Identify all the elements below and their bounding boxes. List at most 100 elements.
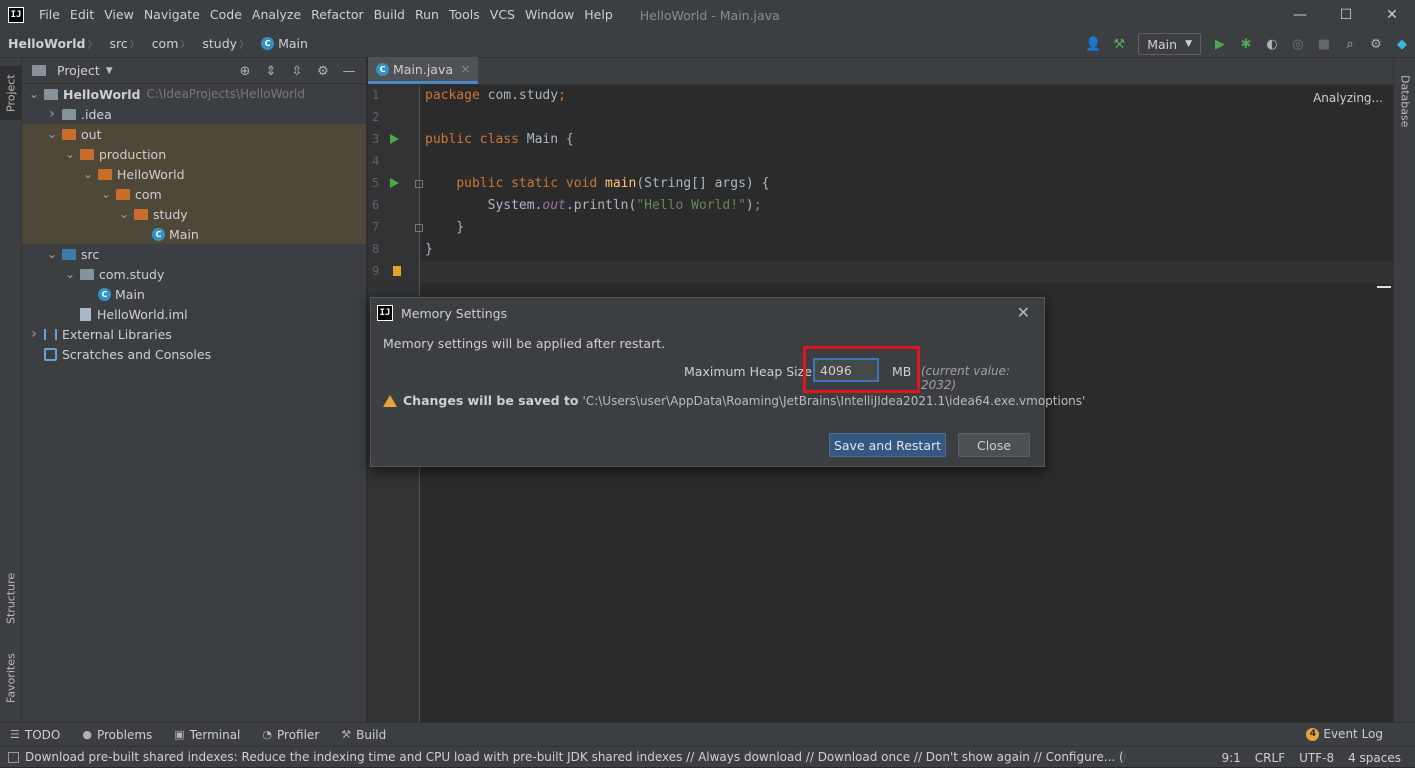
collapse-all-icon[interactable]: ⇳ bbox=[284, 59, 310, 83]
tree-node[interactable]: ⌄ study bbox=[22, 204, 366, 224]
breadcrumb-item[interactable]: C Main bbox=[253, 36, 312, 51]
run-class-icon[interactable] bbox=[390, 134, 399, 144]
menu-help[interactable]: Help bbox=[579, 0, 618, 30]
tab-structure[interactable]: Structure bbox=[0, 563, 22, 633]
breadcrumb-item[interactable]: src 〉 bbox=[101, 36, 143, 51]
file-encoding[interactable]: UTF-8 bbox=[1299, 751, 1334, 765]
menu-file[interactable]: File bbox=[34, 0, 65, 30]
menu-run[interactable]: Run bbox=[410, 0, 444, 30]
close-icon[interactable]: ✕ bbox=[1017, 303, 1030, 322]
coverage-icon[interactable]: ◐ bbox=[1259, 32, 1285, 56]
close-button[interactable]: Close bbox=[958, 433, 1030, 457]
menu-build[interactable]: Build bbox=[369, 0, 410, 30]
chevron-down-icon[interactable]: ⌄ bbox=[64, 148, 76, 160]
tool-problems[interactable]: ● Problems bbox=[82, 728, 152, 742]
close-icon[interactable]: ✕ bbox=[1369, 0, 1415, 30]
expand-all-icon[interactable]: ⇕ bbox=[258, 59, 284, 83]
caret-position[interactable]: 9:1 bbox=[1221, 751, 1240, 765]
menu-bar: File Edit View Navigate Code Analyze Refactor B… bbox=[34, 0, 618, 30]
tree-node[interactable]: C Main bbox=[22, 224, 366, 244]
chevron-right-icon[interactable]: › bbox=[46, 106, 58, 122]
code-line: package com.study; bbox=[425, 88, 566, 103]
menu-view[interactable]: View bbox=[99, 0, 139, 30]
tree-node[interactable]: ⌄ out bbox=[22, 124, 366, 144]
settings-gear-icon[interactable]: ⚙ bbox=[1363, 32, 1389, 56]
tree-node[interactable]: HelloWorld.iml bbox=[22, 304, 366, 324]
gear-icon[interactable]: ⚙ bbox=[310, 59, 336, 83]
tab-main-java[interactable]: C Main.java ✕ bbox=[368, 57, 479, 84]
stop-icon[interactable]: ■ bbox=[1311, 32, 1337, 56]
indent-setting[interactable]: 4 spaces bbox=[1348, 751, 1401, 765]
menu-edit[interactable]: Edit bbox=[65, 0, 99, 30]
minimize-icon[interactable]: — bbox=[1277, 0, 1323, 30]
menu-refactor[interactable]: Refactor bbox=[306, 0, 368, 30]
chevron-down-icon[interactable]: ⌄ bbox=[46, 248, 58, 260]
run-config-select[interactable]: Main ▼ bbox=[1138, 33, 1201, 55]
user-icon[interactable]: 👤 bbox=[1080, 32, 1106, 56]
tool-build[interactable]: ⚒ Build bbox=[341, 728, 386, 742]
menu-analyze[interactable]: Analyze bbox=[247, 0, 306, 30]
status-toggle-icon[interactable] bbox=[8, 751, 19, 763]
menu-tools[interactable]: Tools bbox=[444, 0, 485, 30]
toolbox-icon[interactable]: ◆ bbox=[1389, 32, 1415, 56]
tree-node[interactable]: › External Libraries bbox=[22, 324, 366, 344]
chevron-down-icon[interactable]: ⌄ bbox=[46, 128, 58, 140]
chevron-right-icon: 〉 bbox=[239, 40, 250, 51]
tree-node[interactable]: ⌄ HelloWorld bbox=[22, 164, 366, 184]
menu-code[interactable]: Code bbox=[205, 0, 247, 30]
build-hammer-icon[interactable]: ⚒ bbox=[1106, 32, 1132, 56]
folder-orange-icon bbox=[80, 148, 94, 160]
debug-icon[interactable]: ✱ bbox=[1233, 32, 1259, 56]
chevron-down-icon[interactable]: ⌄ bbox=[100, 188, 112, 200]
tool-todo[interactable]: ☰ TODO bbox=[10, 728, 60, 742]
bookmark-icon[interactable] bbox=[393, 266, 401, 276]
maximize-icon[interactable]: ☐ bbox=[1323, 0, 1369, 30]
breadcrumb-item[interactable]: com 〉 bbox=[144, 36, 195, 51]
chevron-down-icon[interactable]: ⌄ bbox=[118, 208, 130, 220]
line-separator[interactable]: CRLF bbox=[1255, 751, 1285, 765]
search-icon[interactable]: ⌕ bbox=[1337, 32, 1363, 56]
code-line: } bbox=[425, 242, 433, 257]
menu-vcs[interactable]: VCS bbox=[485, 0, 520, 30]
locate-icon[interactable]: ⊕ bbox=[232, 59, 258, 83]
tree-node[interactable]: › .idea bbox=[22, 104, 366, 124]
tree-node[interactable]: ⌄ com.study bbox=[22, 264, 366, 284]
tab-project[interactable]: Project bbox=[0, 66, 22, 120]
tree-node[interactable]: ⌄ production bbox=[22, 144, 366, 164]
fold-icon[interactable] bbox=[415, 224, 423, 232]
class-icon: C bbox=[98, 287, 111, 301]
breadcrumb-item[interactable]: study 〉 bbox=[194, 36, 253, 51]
status-right: 9:1 CRLF UTF-8 4 spaces bbox=[1221, 747, 1415, 768]
chevron-down-icon[interactable]: ⌄ bbox=[64, 268, 76, 280]
close-icon[interactable]: ✕ bbox=[461, 63, 470, 76]
event-log[interactable]: 4 Event Log bbox=[1306, 727, 1383, 741]
folder-orange-icon bbox=[116, 188, 130, 200]
run-method-icon[interactable] bbox=[390, 178, 399, 188]
scroll-marker bbox=[1377, 286, 1391, 288]
menu-navigate[interactable]: Navigate bbox=[139, 0, 205, 30]
hide-icon[interactable]: — bbox=[336, 59, 362, 83]
breadcrumb: HelloWorld 〉 src 〉 com 〉 study 〉 C Main bbox=[0, 36, 312, 51]
project-panel-title[interactable]: Project bbox=[57, 63, 100, 78]
menu-window[interactable]: Window bbox=[520, 0, 579, 30]
status-message[interactable]: Download pre-built shared indexes: Reduc… bbox=[25, 750, 1125, 764]
tab-favorites[interactable]: Favorites bbox=[0, 643, 22, 713]
tree-node[interactable]: C Main bbox=[22, 284, 366, 304]
tree-node[interactable]: Scratches and Consoles bbox=[22, 344, 366, 364]
chevron-right-icon[interactable]: › bbox=[28, 326, 40, 342]
tree-node[interactable]: ⌄ com bbox=[22, 184, 366, 204]
tree-node[interactable]: ⌄ src bbox=[22, 244, 366, 264]
chevron-down-icon[interactable]: ⌄ bbox=[28, 88, 40, 100]
info-icon: ● bbox=[82, 728, 92, 741]
profile-icon[interactable]: ◎ bbox=[1285, 32, 1311, 56]
breadcrumb-item[interactable]: HelloWorld 〉 bbox=[0, 36, 101, 51]
chevron-down-icon[interactable]: ⌄ bbox=[82, 168, 94, 180]
tool-terminal[interactable]: ▣ Terminal bbox=[174, 728, 240, 742]
chevron-down-icon[interactable]: ▼ bbox=[106, 66, 113, 76]
fold-icon[interactable] bbox=[415, 180, 423, 188]
tab-database[interactable]: Database bbox=[1394, 66, 1415, 136]
save-and-restart-button[interactable]: Save and Restart bbox=[829, 433, 946, 457]
tool-profiler[interactable]: ◔ Profiler bbox=[262, 728, 319, 742]
run-icon[interactable]: ▶ bbox=[1207, 32, 1233, 56]
tree-node[interactable]: ⌄ HelloWorld C:\IdeaProjects\HelloWorld bbox=[22, 84, 366, 104]
